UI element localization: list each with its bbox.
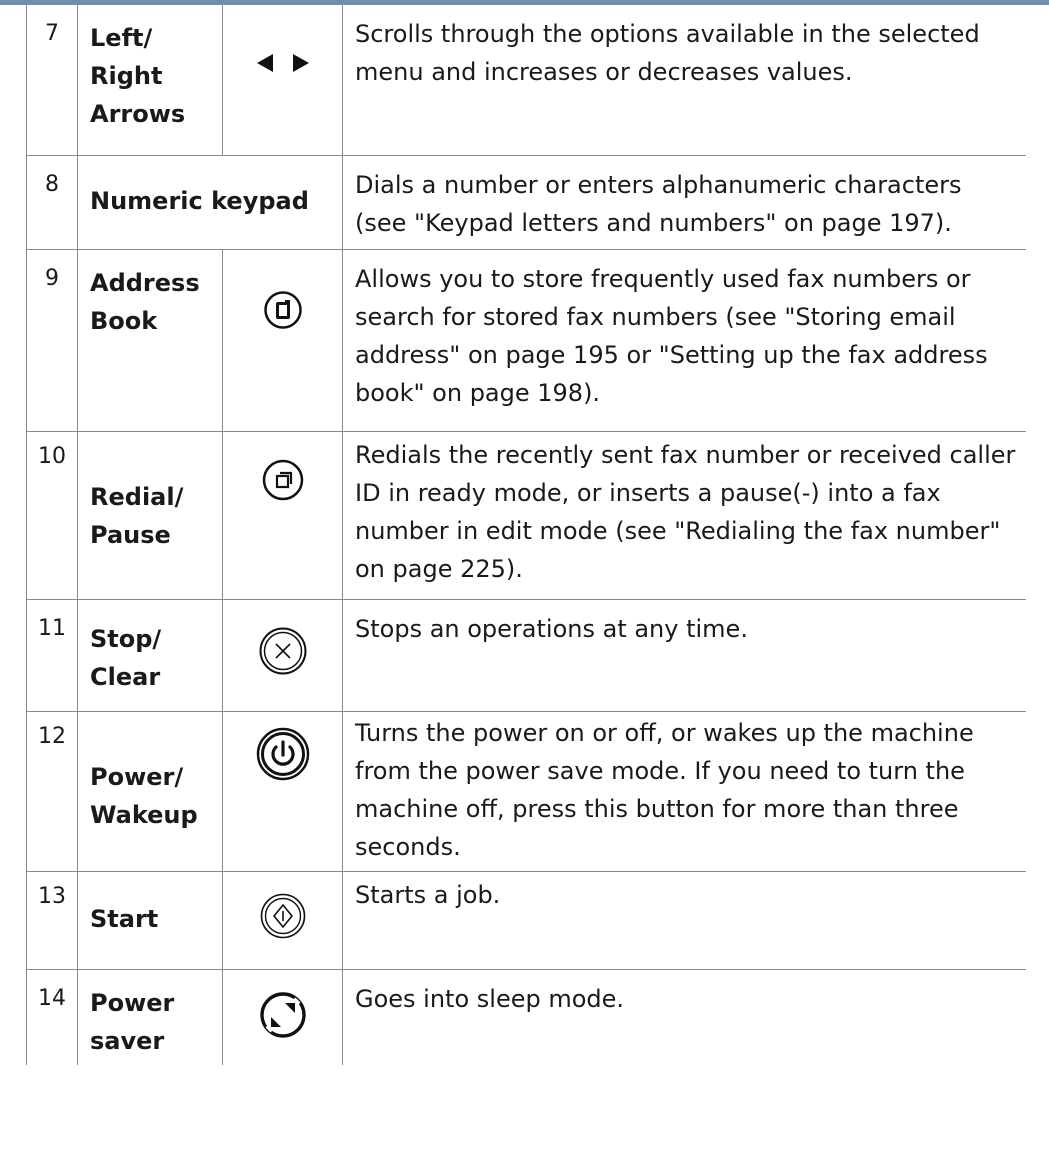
table-row: 11 Stop/ Clear Stops an operations at an…: [26, 598, 1026, 711]
description: Dials a number or enters alphanumeric ch…: [342, 154, 1026, 249]
power-saver-icon: [222, 968, 343, 1065]
row-number: 7: [26, 5, 78, 155]
left-right-arrows-icon: [222, 5, 343, 155]
button-name: Start: [77, 870, 223, 969]
description: Stops an operations at any time.: [342, 598, 1026, 711]
table-row: 13 Start Starts a job.: [26, 870, 1026, 969]
row-number: 10: [26, 430, 78, 599]
row-number: 14: [26, 968, 78, 1065]
row-number: 9: [26, 248, 78, 431]
button-name: Stop/ Clear: [77, 598, 223, 711]
button-name: Address Book: [77, 248, 223, 431]
control-panel-table: 7 Left/ Right Arrows Scrolls through the…: [26, 5, 1026, 1065]
table-row: 9 Address Book Allows you to store frequ…: [26, 248, 1026, 431]
table-row: 7 Left/ Right Arrows Scrolls through the…: [26, 5, 1026, 155]
stop-clear-icon: [222, 598, 343, 711]
start-icon: [222, 870, 343, 969]
row-number: 8: [26, 154, 78, 249]
description: Redials the recently sent fax number or …: [342, 430, 1026, 599]
button-name-text: Numeric keypad: [90, 186, 309, 215]
button-name: Redial/ Pause: [77, 430, 223, 599]
address-book-icon: [222, 248, 343, 431]
description: Allows you to store frequently used fax …: [342, 248, 1026, 431]
button-name: Power/ Wakeup: [77, 710, 223, 871]
button-name: Power saver: [77, 968, 223, 1065]
row-number: 12: [26, 710, 78, 871]
table-row: 12 Power/ Wakeup Turns the power on or o…: [26, 710, 1026, 871]
button-name: Numeric keypad: [77, 154, 343, 249]
redial-pause-icon: [222, 430, 343, 599]
table-row: 10 Redial/ Pause Redials the recently se…: [26, 430, 1026, 599]
description: Starts a job.: [342, 870, 1026, 969]
button-name: Left/ Right Arrows: [77, 5, 223, 155]
description: Goes into sleep mode.: [342, 968, 1026, 1065]
power-icon: [222, 710, 343, 871]
description: Turns the power on or off, or wakes up t…: [342, 710, 1026, 871]
table-row: 14 Power saver Goes into sleep mode.: [26, 968, 1026, 1065]
row-number: 13: [26, 870, 78, 969]
table-row: 8 Numeric keypad Dials a number or enter…: [26, 154, 1026, 249]
description: Scrolls through the options available in…: [342, 5, 1026, 155]
row-number: 11: [26, 598, 78, 711]
